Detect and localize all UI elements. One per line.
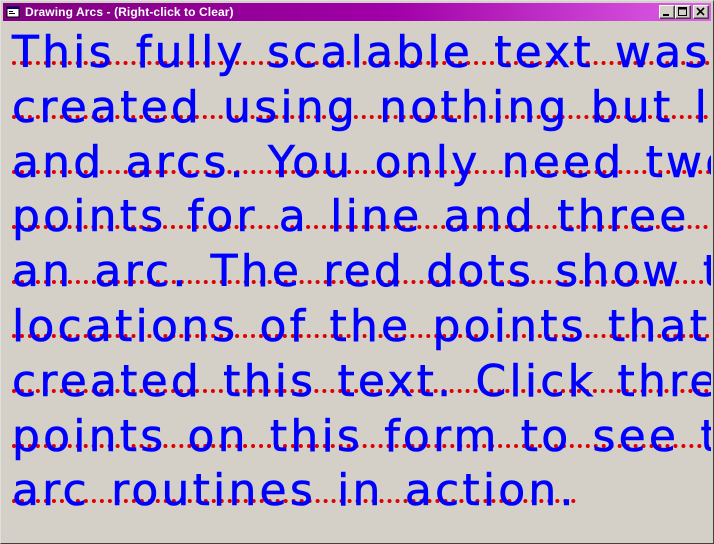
window-title: Drawing Arcs - (Right-click to Clear) [25,5,234,19]
text-line-7: created this text. Click three [12,355,711,407]
text-line-8: points on this form to see the [12,410,711,462]
minimize-icon [663,14,669,16]
text-line-1: This fully scalable text was [12,27,711,79]
form-icon[interactable] [6,5,20,19]
app-window: Drawing Arcs - (Right-click to Clear) Th… [0,0,714,544]
minimize-button[interactable] [659,5,675,19]
title-buttons [659,5,709,19]
title-bar[interactable]: Drawing Arcs - (Right-click to Clear) [3,3,711,21]
close-button[interactable] [693,5,709,19]
stroke-text-block: This fully scalable text was created usi… [12,26,711,519]
maximize-button[interactable] [675,5,691,19]
maximize-icon [678,7,687,16]
text-line-4: points for a line and three for [12,191,711,243]
text-line-5: an arc. The red dots show the [12,246,711,298]
drawing-canvas[interactable]: This fully scalable text was created usi… [3,22,711,541]
text-line-3: and arcs. You only need two [12,136,711,188]
text-line-2: created using nothing but lines [12,81,711,133]
close-icon [696,7,705,16]
text-line-6: locations of the points that [12,300,711,353]
text-line-9: arc routines in action. [12,465,577,517]
